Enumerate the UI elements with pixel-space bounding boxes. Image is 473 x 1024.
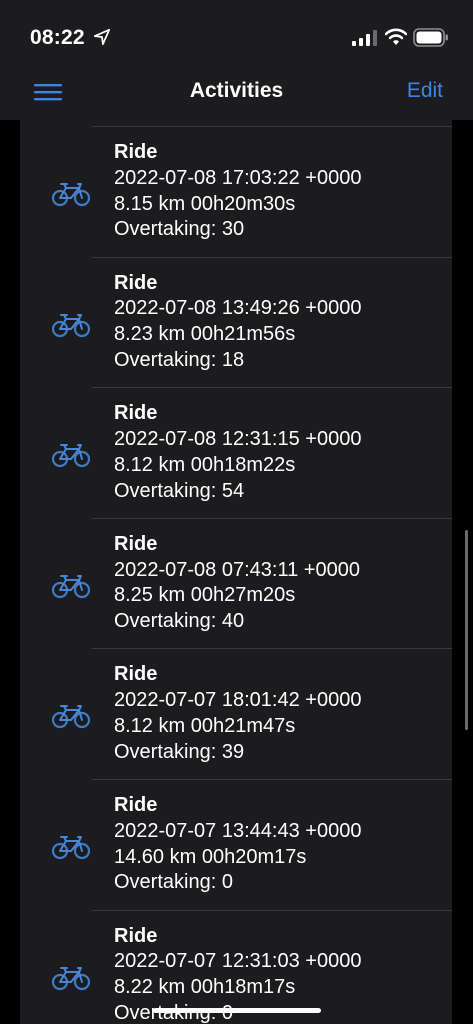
activity-datetime: 2022-07-07 18:01:42 +0000 [114,689,362,712]
activity-row[interactable]: Ride 2022-07-08 12:31:15 +0000 8.12 km 00h… [20,387,452,518]
activity-row[interactable]: Ride 2022-07-08 07:43:11 +0000 8.25 km 00h… [20,517,452,649]
activity-details: Ride 2022-07-08 13:49:26 +0000 8.23 km 00h… [114,271,361,374]
activity-title: Ride [114,141,158,163]
activity-details: Ride 2022-07-08 07:43:11 +0000 8.25 km 00h… [114,532,360,635]
activity-row[interactable]: Ride 2022-07-08 13:49:26 +0000 8.23 km 00h… [20,256,452,388]
scrollbar[interactable] [465,530,468,730]
activity-list[interactable]: Ride 2022-07-08 17:03:22 +0000 8.15 km 00h… [20,120,452,1024]
edit-button[interactable]: Edit [407,79,443,103]
bicycle-icon [51,703,91,729]
activity-summary: 8.25 km 00h27m20s [114,584,296,607]
activity-details: Ride 2022-07-08 12:31:15 +0000 8.12 km 00h… [114,401,361,504]
bicycle-icon [51,573,91,599]
battery-icon [413,28,448,47]
activity-datetime: 2022-07-07 12:31:03 +0000 [114,950,362,973]
activity-title: Ride [114,793,158,816]
row-divider [92,909,452,911]
bicycle-icon [51,312,91,338]
activity-summary: 8.22 km 00h18m17s [114,976,296,999]
activity-datetime: 2022-07-08 12:31:15 +0000 [114,427,362,450]
row-divider [92,256,452,258]
activity-overtaking: Overtaking: 18 [114,348,245,371]
activity-datetime: 2022-07-08 07:43:11 +0000 [114,558,360,581]
activity-row[interactable]: Ride 2022-07-07 18:01:42 +0000 8.12 km 00h… [20,648,452,779]
row-divider [92,517,452,519]
activity-datetime: 2022-07-07 13:44:43 +0000 [114,819,362,842]
activity-summary: 8.12 km 00h18m22s [114,453,296,476]
activity-summary: 8.12 km 00h21m47s [114,714,296,737]
activity-summary: 8.15 km 00h20m30s [114,192,296,215]
page-title: Activities [189,79,284,102]
row-divider [92,126,452,127]
activity-overtaking: Overtaking: 0 [114,871,233,894]
activity-row[interactable]: Ride 2022-07-07 12:31:03 +0000 8.22 km 00h… [20,909,452,1024]
wifi-icon [385,28,407,45]
activity-row[interactable]: Ride 2022-07-08 17:03:22 +0000 8.15 km 00h… [20,126,452,257]
navigation-bar: Activities Edit [0,62,473,120]
status-bar: 08:22 [0,0,473,62]
bicycle-icon [51,834,91,860]
activity-summary: 14.60 km 00h20m17s [114,845,307,868]
activity-title: Ride [114,271,158,294]
activity-title: Ride [114,924,158,947]
cellular-signal-icon [352,30,377,46]
activity-details: Ride 2022-07-07 13:44:43 +0000 14.60 km 00… [114,793,361,896]
activity-row[interactable]: Ride 2022-07-07 13:44:43 +0000 14.60 km 00… [20,778,452,910]
activity-datetime: 2022-07-08 13:49:26 +0000 [114,297,362,320]
row-divider [92,387,452,389]
activity-overtaking: Overtaking: 30 [114,218,245,241]
activity-title: Ride [114,402,158,425]
activity-summary: 8.23 km 00h21m56s [114,323,296,346]
activity-details: Ride 2022-07-07 18:01:42 +0000 8.12 km 00h… [114,662,361,765]
bicycle-icon [51,442,91,468]
activity-title: Ride [114,663,158,686]
row-divider [92,778,452,780]
status-time: 08:22 [30,26,85,49]
row-divider [92,648,452,650]
activity-overtaking: Overtaking: 39 [114,740,245,763]
activity-details: Ride 2022-07-08 17:03:22 +0000 8.15 km 00h… [114,140,361,243]
bicycle-icon [51,181,91,207]
location-arrow-icon [93,28,111,46]
home-indicator[interactable] [153,1008,321,1013]
activity-overtaking: Overtaking: 54 [114,479,245,502]
activity-overtaking: Overtaking: 40 [114,610,245,633]
activity-title: Ride [114,532,158,555]
activity-datetime: 2022-07-08 17:03:22 +0000 [114,166,362,189]
bicycle-icon [51,965,91,991]
